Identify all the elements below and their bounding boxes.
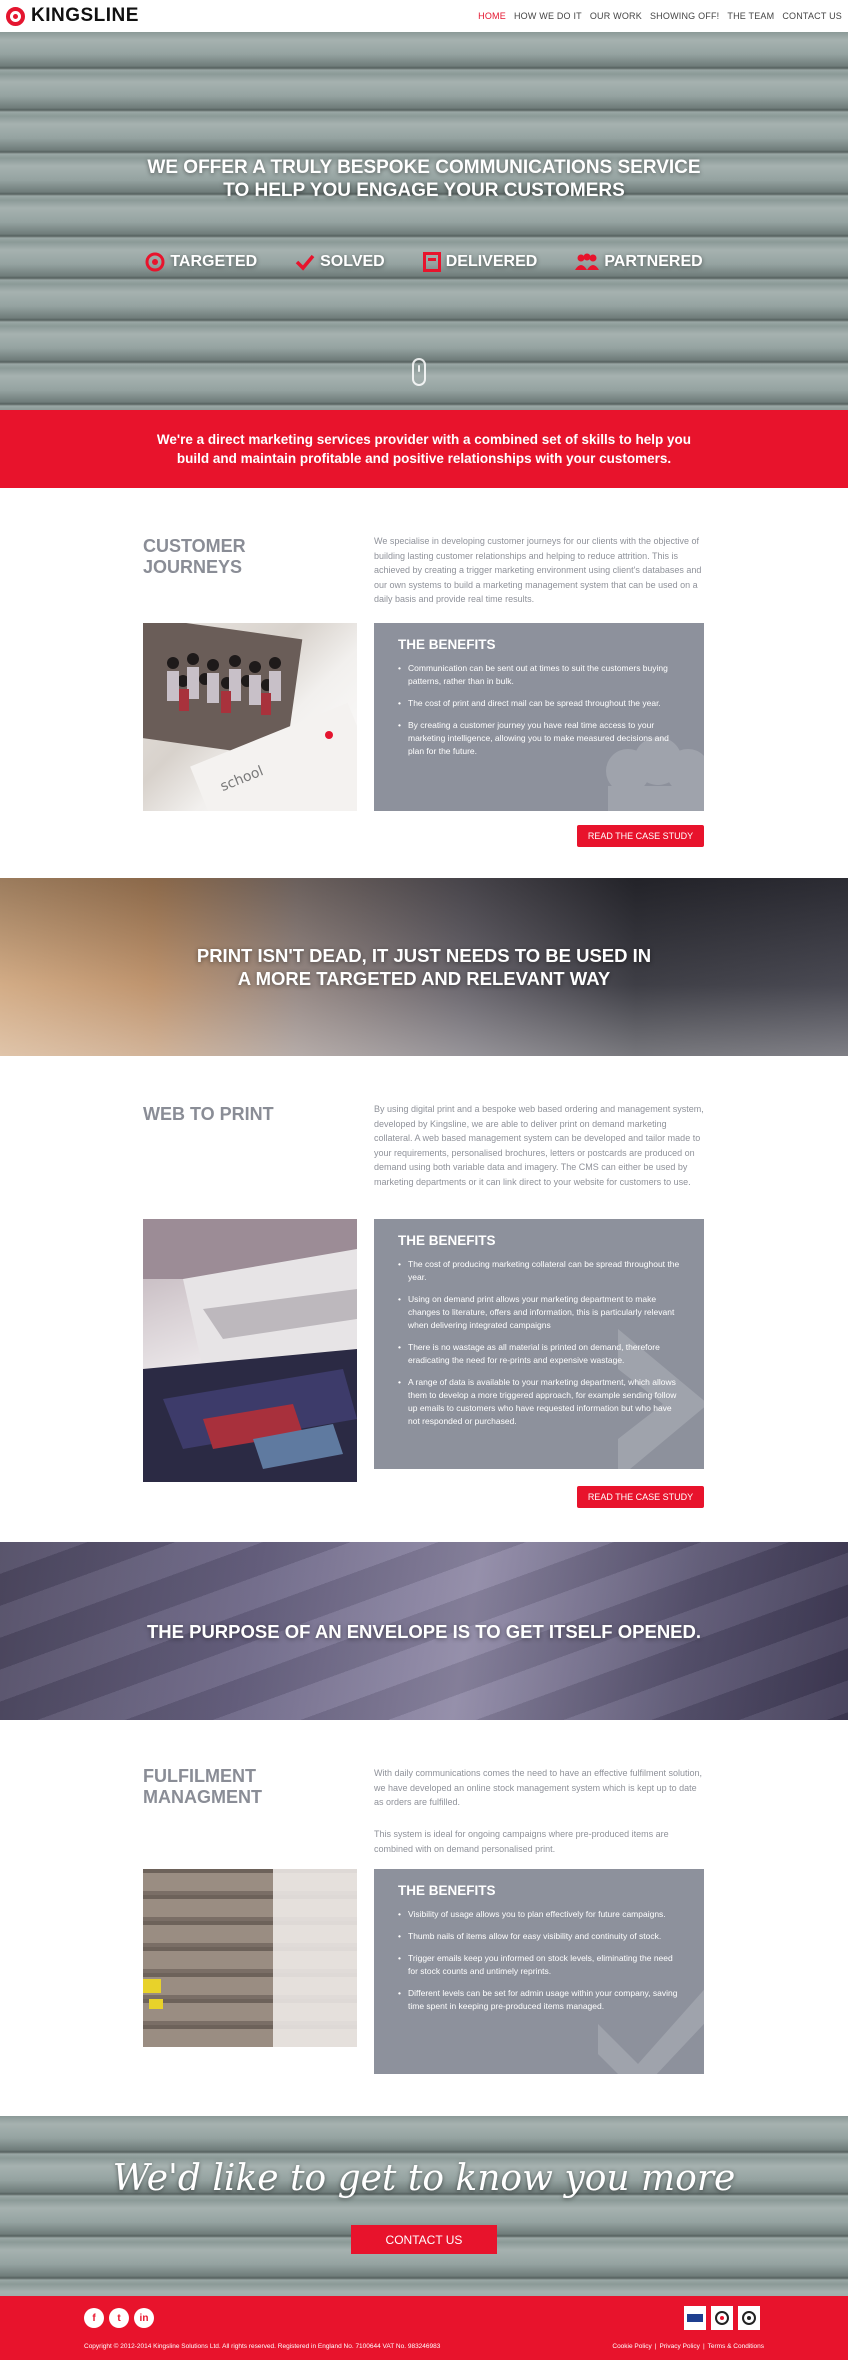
benefit-item: Thumb nails of items allow for easy visi… xyxy=(398,1930,680,1943)
read-case-study-button[interactable]: READ THE CASE STUDY xyxy=(577,825,704,847)
cookie-policy-link[interactable]: Cookie Policy xyxy=(612,2343,651,2350)
target-icon xyxy=(145,252,165,272)
section-fulfilment: FULFILMENT MANAGMENT With daily communic… xyxy=(0,1720,848,2116)
terms-conditions-link[interactable]: Terms & Conditions xyxy=(708,2343,764,2350)
benefit-item: Visibility of usage allows you to plan e… xyxy=(398,1908,680,1921)
facebook-icon[interactable]: f xyxy=(84,2308,104,2328)
hero: WE OFFER A TRULY BESPOKE COMMUNICATIONS … xyxy=(0,32,848,410)
accreditation-logos xyxy=(684,2306,760,2330)
feature-label: SOLVED xyxy=(320,253,385,270)
section-intro-secondary: This system is ideal for ongoing campaig… xyxy=(374,1829,669,1854)
scroll-down-icon[interactable] xyxy=(412,358,426,386)
accreditation-badge-icon xyxy=(711,2306,733,2330)
benefit-item: The cost of producing marketing collater… xyxy=(398,1258,680,1284)
checkmark-icon xyxy=(295,254,315,271)
intro-text: We're a direct marketing services provid… xyxy=(156,432,692,466)
storage-crates-photo xyxy=(143,1869,357,2047)
benefits-title: THE BENEFITS xyxy=(398,637,496,652)
privacy-policy-link[interactable]: Privacy Policy xyxy=(659,2343,699,2350)
feature-list: TARGETED SOLVED DELIVERED PARTNERED xyxy=(145,252,703,272)
feature-label: DELIVERED xyxy=(445,253,538,270)
copyright-text: Copyright © 2012-2014 Kingsline Solution… xyxy=(84,2343,441,2350)
benefits-panel: THE BENEFITS The cost of producing marke… xyxy=(374,1219,704,1469)
feature-label: TARGETED xyxy=(170,253,258,270)
feature-label: PARTNERED xyxy=(604,253,703,270)
twitter-icon[interactable]: t xyxy=(109,2308,129,2328)
hero-title: WE OFFER A TRULY BESPOKE COMMUNICATIONS … xyxy=(147,157,701,201)
section-intro: With daily communications comes the need… xyxy=(374,1768,703,1807)
nav-item-showing-off[interactable]: SHOWING OFF! xyxy=(650,11,719,21)
nav-item-home[interactable]: HOME xyxy=(478,11,506,21)
brochure-photo: school xyxy=(143,623,357,811)
intro-band: We're a direct marketing services provid… xyxy=(0,410,848,488)
read-case-study-button[interactable]: READ THE CASE STUDY xyxy=(577,1486,704,1508)
benefits-panel: THE BENEFITS Communication can be sent o… xyxy=(374,623,704,811)
logo-mark-icon xyxy=(6,6,25,26)
accreditation-badge-icon xyxy=(684,2306,706,2330)
group-watermark-icon xyxy=(606,737,704,811)
feature-solved: SOLVED xyxy=(295,252,385,272)
feature-delivered: DELIVERED xyxy=(422,252,538,272)
feature-targeted: TARGETED xyxy=(145,252,257,272)
contact-band: We'd like to get to know you more CONTAC… xyxy=(0,2116,848,2296)
site-footer: f t in Copyright © 2012-2014 Kingsline S… xyxy=(0,2296,848,2360)
section-title: FULFILMENT MANAGMENT xyxy=(143,1766,262,1807)
legal-links: Cookie Policy | Privacy Policy | Terms &… xyxy=(612,2343,764,2350)
fulfilment-image xyxy=(143,1869,357,2047)
nav-item-our-work[interactable]: OUR WORK xyxy=(590,11,642,21)
nav-item-how-we-do-it[interactable]: HOW WE DO IT xyxy=(514,11,582,21)
customer-journeys-image: school xyxy=(143,623,357,811)
section-title: WEB TO PRINT xyxy=(143,1104,274,1124)
linkedin-icon[interactable]: in xyxy=(134,2308,154,2328)
benefit-item: Communication can be sent out at times t… xyxy=(398,662,680,688)
main-nav: HOME HOW WE DO IT OUR WORK SHOWING OFF! … xyxy=(478,11,842,21)
benefits-title: THE BENEFITS xyxy=(398,1233,496,1248)
section-intro: By using digital print and a bespoke web… xyxy=(374,1104,704,1187)
contact-tagline: We'd like to get to know you more xyxy=(112,2158,736,2199)
benefits-panel: THE BENEFITS Visibility of usage allows … xyxy=(374,1869,704,2074)
feature-partnered: PARTNERED xyxy=(575,252,703,272)
logo[interactable]: KINGSLINE xyxy=(6,5,139,27)
chevron-watermark-icon xyxy=(618,1329,704,1469)
social-links: f t in xyxy=(84,2308,154,2328)
section-customer-journeys: CUSTOMER JOURNEYS We specialise in devel… xyxy=(0,488,848,878)
site-header: KINGSLINE HOME HOW WE DO IT OUR WORK SHO… xyxy=(0,0,848,32)
section-web-to-print: WEB TO PRINT By using digital print and … xyxy=(0,1056,848,1542)
contact-us-button[interactable]: CONTACT US xyxy=(351,2225,497,2254)
nav-item-the-team[interactable]: THE TEAM xyxy=(727,11,774,21)
quote-text: PRINT ISN'T DEAD, IT JUST NEEDS TO BE US… xyxy=(196,945,652,989)
logo-text: KINGSLINE xyxy=(31,5,139,26)
quote-band-envelope: THE PURPOSE OF AN ENVELOPE IS TO GET ITS… xyxy=(0,1542,848,1720)
printer-photo xyxy=(143,1219,357,1482)
people-icon xyxy=(575,253,600,270)
benefits-title: THE BENEFITS xyxy=(398,1883,496,1898)
checkmark-watermark-icon xyxy=(598,1989,704,2074)
web-to-print-image xyxy=(143,1219,357,1482)
benefit-item: The cost of print and direct mail can be… xyxy=(398,697,680,710)
section-intro: We specialise in developing customer jou… xyxy=(374,536,702,604)
nav-item-contact-us[interactable]: CONTACT US xyxy=(782,11,842,21)
quote-band-print: PRINT ISN'T DEAD, IT JUST NEEDS TO BE US… xyxy=(0,878,848,1056)
accreditation-badge-icon xyxy=(738,2306,760,2330)
quote-text: THE PURPOSE OF AN ENVELOPE IS TO GET ITS… xyxy=(146,1620,702,1642)
benefit-item: Using on demand print allows your market… xyxy=(398,1293,680,1332)
package-icon xyxy=(422,252,441,272)
section-title: CUSTOMER JOURNEYS xyxy=(143,536,246,577)
